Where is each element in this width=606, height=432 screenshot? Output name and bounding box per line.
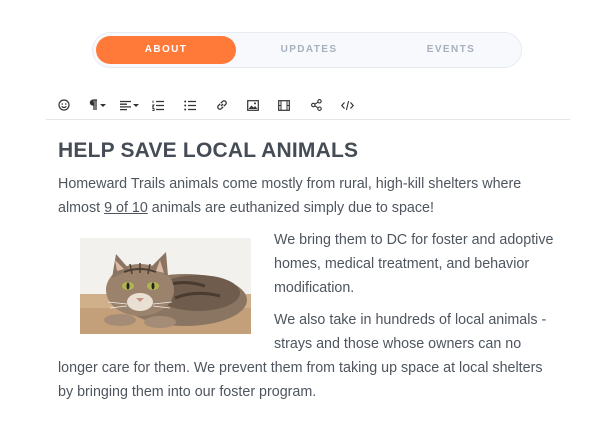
share-icon[interactable] — [309, 97, 323, 113]
emoji-icon[interactable] — [57, 97, 71, 113]
tab-updates[interactable]: UPDATES — [239, 36, 379, 64]
chevron-down-icon — [100, 103, 106, 107]
cat-image — [80, 238, 251, 334]
editor-toolbar — [46, 92, 570, 120]
ordered-list-icon[interactable] — [151, 97, 165, 113]
code-icon[interactable] — [340, 97, 354, 113]
intro-text-end: animals are euthanized simply due to spa… — [147, 200, 434, 216]
section-tabs: ABOUT UPDATES EVENTS — [92, 32, 522, 68]
tab-events[interactable]: EVENTS — [381, 36, 521, 64]
align-icon[interactable] — [118, 97, 140, 113]
floated-block: We bring them to DC for foster and adopt… — [58, 228, 558, 404]
paragraph-format-icon[interactable] — [86, 97, 108, 113]
intro-paragraph: Homeward Trails animals come mostly from… — [58, 172, 548, 220]
video-icon[interactable] — [277, 97, 291, 113]
image-icon[interactable] — [246, 97, 260, 113]
editor-content[interactable]: HELP SAVE LOCAL ANIMALS Homeward Trails … — [58, 136, 558, 412]
unordered-list-icon[interactable] — [183, 97, 197, 113]
chevron-down-icon — [132, 103, 139, 107]
page: ABOUT UPDATES EVENTS HELP SAVE LOCAL ANI… — [0, 0, 606, 432]
article-heading: HELP SAVE LOCAL ANIMALS — [58, 139, 359, 162]
link-icon[interactable] — [215, 97, 229, 113]
tab-about[interactable]: ABOUT — [96, 36, 236, 64]
intro-link[interactable]: 9 of 10 — [104, 200, 148, 216]
